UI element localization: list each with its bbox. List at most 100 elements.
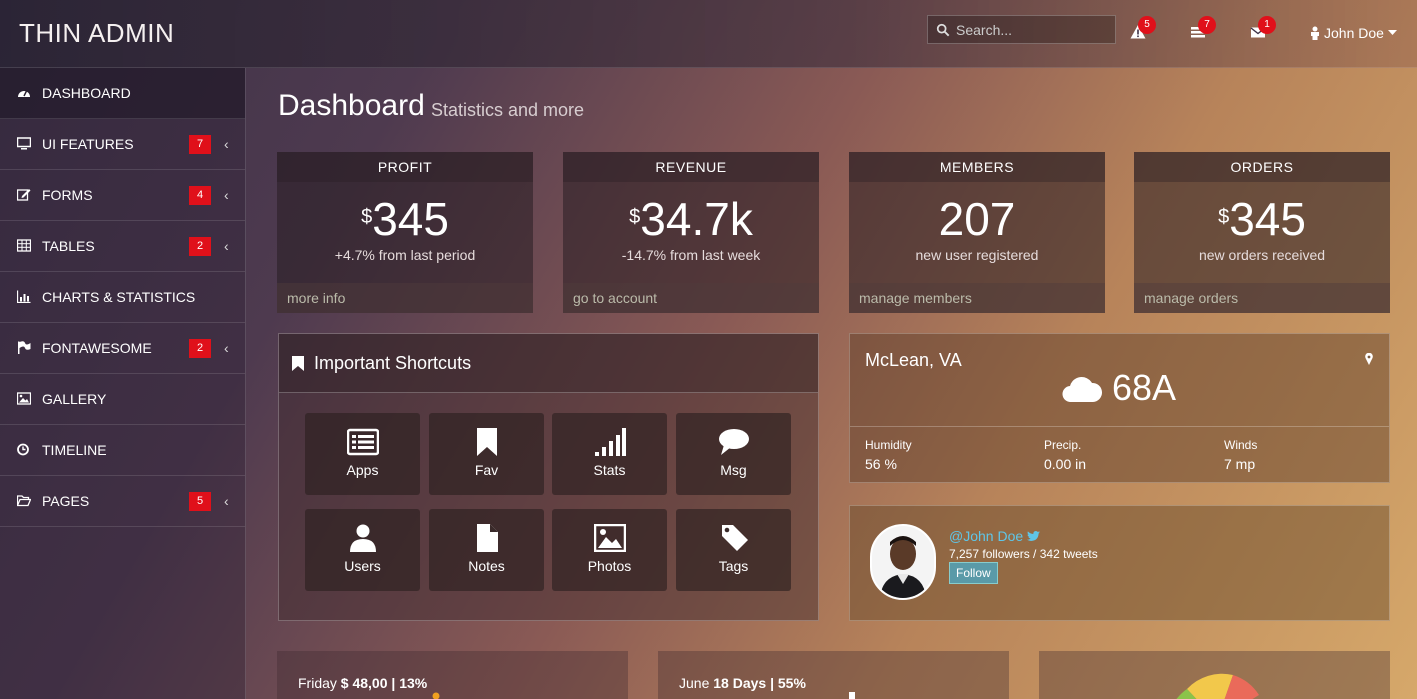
user-icon bbox=[349, 524, 376, 552]
weather-stat-value: 0.00 in bbox=[1044, 456, 1087, 472]
currency-symbol: $ bbox=[1218, 206, 1230, 228]
mini-chart-card-pie bbox=[1039, 651, 1390, 699]
shortcut-label: Users bbox=[344, 558, 381, 574]
shortcut-label: Notes bbox=[468, 558, 505, 574]
weather-stat-value: 56 % bbox=[865, 456, 897, 472]
sidebar-item-label: CHARTS & STATISTICS bbox=[42, 289, 196, 305]
sidebar-item-label: GALLERY bbox=[42, 391, 107, 407]
follow-button[interactable]: Follow bbox=[949, 562, 998, 584]
mini-card-label: June bbox=[679, 675, 710, 691]
stat-card-title: PROFIT bbox=[277, 152, 533, 182]
sidebar-item-gallery[interactable]: GALLERY bbox=[0, 374, 245, 425]
shortcut-fav[interactable]: Fav bbox=[429, 413, 544, 495]
twitter-panel: @John Doe 7,257 followers / 342 tweets F… bbox=[849, 505, 1390, 621]
mini-bar bbox=[849, 692, 855, 699]
stat-card-link[interactable]: manage members bbox=[849, 283, 1105, 313]
mini-chart-card-sales: Friday $ 48,00 | 13% bbox=[277, 651, 628, 699]
shortcut-label: Photos bbox=[587, 558, 632, 574]
ui-features-count-badge: 7 bbox=[189, 135, 211, 154]
bookmark-icon bbox=[292, 355, 304, 371]
sidebar-item-forms[interactable]: FORMS 4 ‹ bbox=[0, 170, 245, 221]
shortcut-tags[interactable]: Tags bbox=[676, 509, 791, 591]
desktop-icon bbox=[17, 137, 33, 151]
map-marker-icon[interactable] bbox=[1365, 352, 1373, 370]
shortcut-label: Apps bbox=[346, 462, 379, 478]
shortcut-photos[interactable]: Photos bbox=[552, 509, 667, 591]
chevron-left-icon: ‹ bbox=[224, 238, 229, 254]
pie-chart bbox=[1176, 673, 1259, 699]
sidebar-item-pages[interactable]: PAGES 5 ‹ bbox=[0, 476, 245, 527]
shortcuts-title: Important Shortcuts bbox=[314, 352, 472, 373]
top-navbar: THIN ADMIN 5 7 1 John Doe bbox=[0, 0, 1417, 68]
list-alt-icon bbox=[346, 428, 379, 456]
tasks-button[interactable]: 7 bbox=[1190, 16, 1216, 42]
shortcut-users[interactable]: Users bbox=[305, 509, 420, 591]
shortcut-notes[interactable]: Notes bbox=[429, 509, 544, 591]
edit-icon bbox=[17, 188, 33, 202]
search-box[interactable] bbox=[927, 15, 1116, 44]
sidebar-item-tables[interactable]: TABLES 2 ‹ bbox=[0, 221, 245, 272]
user-name: John Doe bbox=[1324, 25, 1384, 41]
shortcuts-panel: Important Shortcuts Apps Fav Stats Msg U… bbox=[278, 333, 819, 621]
stat-card-link[interactable]: manage orders bbox=[1134, 283, 1390, 313]
mini-card-text: Friday $ 48,00 | 13% bbox=[298, 675, 427, 691]
stat-card-revenue: REVENUE $34.7k -14.7% from last week go … bbox=[563, 152, 819, 313]
signal-icon bbox=[594, 428, 626, 456]
page-title: Dashboard bbox=[278, 89, 425, 122]
sidebar-item-label: UI FEATURES bbox=[42, 136, 134, 152]
stat-card-orders: ORDERS $345 new orders received manage o… bbox=[1134, 152, 1390, 313]
stat-card-subtext: new user registered bbox=[915, 247, 1039, 263]
avatar[interactable] bbox=[870, 524, 936, 600]
comment-icon bbox=[718, 429, 749, 455]
shortcut-stats[interactable]: Stats bbox=[552, 413, 667, 495]
search-input[interactable] bbox=[956, 21, 1106, 38]
app-brand[interactable]: THIN ADMIN bbox=[19, 18, 174, 49]
pages-count-badge: 5 bbox=[189, 492, 211, 511]
weather-stat-value: 7 mp bbox=[1224, 456, 1256, 472]
sparkline-marker bbox=[432, 692, 440, 699]
chevron-left-icon: ‹ bbox=[224, 136, 229, 152]
stat-card-link[interactable]: more info bbox=[277, 283, 533, 313]
weather-temp: 68A bbox=[1062, 367, 1176, 409]
sidebar-item-charts-statistics[interactable]: CHARTS & STATISTICS bbox=[0, 272, 245, 323]
user-icon bbox=[1311, 26, 1319, 40]
sidebar-item-ui-features[interactable]: UI FEATURES 7 ‹ bbox=[0, 119, 245, 170]
twitter-stats: 7,257 followers / 342 tweets bbox=[949, 547, 1098, 561]
chevron-left-icon: ‹ bbox=[224, 493, 229, 509]
user-menu[interactable]: John Doe bbox=[1310, 25, 1397, 41]
currency-symbol: $ bbox=[361, 206, 373, 228]
cloud-icon bbox=[1062, 377, 1102, 402]
weather-divider bbox=[850, 426, 1389, 427]
stat-card-number: 207 bbox=[938, 193, 1016, 245]
messages-button[interactable]: 1 bbox=[1250, 16, 1276, 42]
weather-stat-label: Precip. bbox=[1044, 438, 1082, 452]
sidebar-item-label: TABLES bbox=[42, 238, 95, 254]
chevron-left-icon: ‹ bbox=[224, 187, 229, 203]
stat-card-subtext: new orders received bbox=[1198, 247, 1326, 263]
folder-open-icon bbox=[17, 494, 33, 508]
stat-card-value: $345 bbox=[1134, 193, 1390, 245]
picture-icon bbox=[17, 392, 33, 406]
shortcut-label: Tags bbox=[718, 558, 749, 574]
shortcut-label: Stats bbox=[593, 462, 626, 478]
sidebar-item-label: PAGES bbox=[42, 493, 90, 509]
page-subtitle: Statistics and more bbox=[431, 100, 585, 120]
twitter-handle[interactable]: @John Doe bbox=[949, 528, 1041, 544]
shortcut-label: Fav bbox=[474, 462, 499, 478]
shortcut-apps[interactable]: Apps bbox=[305, 413, 420, 495]
shortcuts-panel-header: Important Shortcuts bbox=[279, 334, 818, 393]
sidebar-item-label: DASHBOARD bbox=[42, 85, 131, 101]
sidebar-item-fontawesome[interactable]: FONTAWESOME 2 ‹ bbox=[0, 323, 245, 374]
weather-panel: McLean, VA 68A Humidity 56 % Precip. 0.0… bbox=[849, 333, 1390, 483]
alerts-button[interactable]: 5 bbox=[1130, 16, 1156, 42]
stat-card-value: $345 bbox=[277, 193, 533, 245]
chevron-left-icon: ‹ bbox=[224, 340, 229, 356]
shortcut-label: Msg bbox=[720, 462, 747, 478]
sidebar-item-dashboard[interactable]: DASHBOARD bbox=[0, 68, 245, 119]
stat-card-link[interactable]: go to account bbox=[563, 283, 819, 313]
picture-icon bbox=[593, 524, 626, 552]
tasks-count-badge: 7 bbox=[1198, 16, 1216, 34]
shortcut-msg[interactable]: Msg bbox=[676, 413, 791, 495]
sidebar-item-timeline[interactable]: TIMELINE bbox=[0, 425, 245, 476]
weather-stat-label: Humidity bbox=[865, 438, 912, 452]
